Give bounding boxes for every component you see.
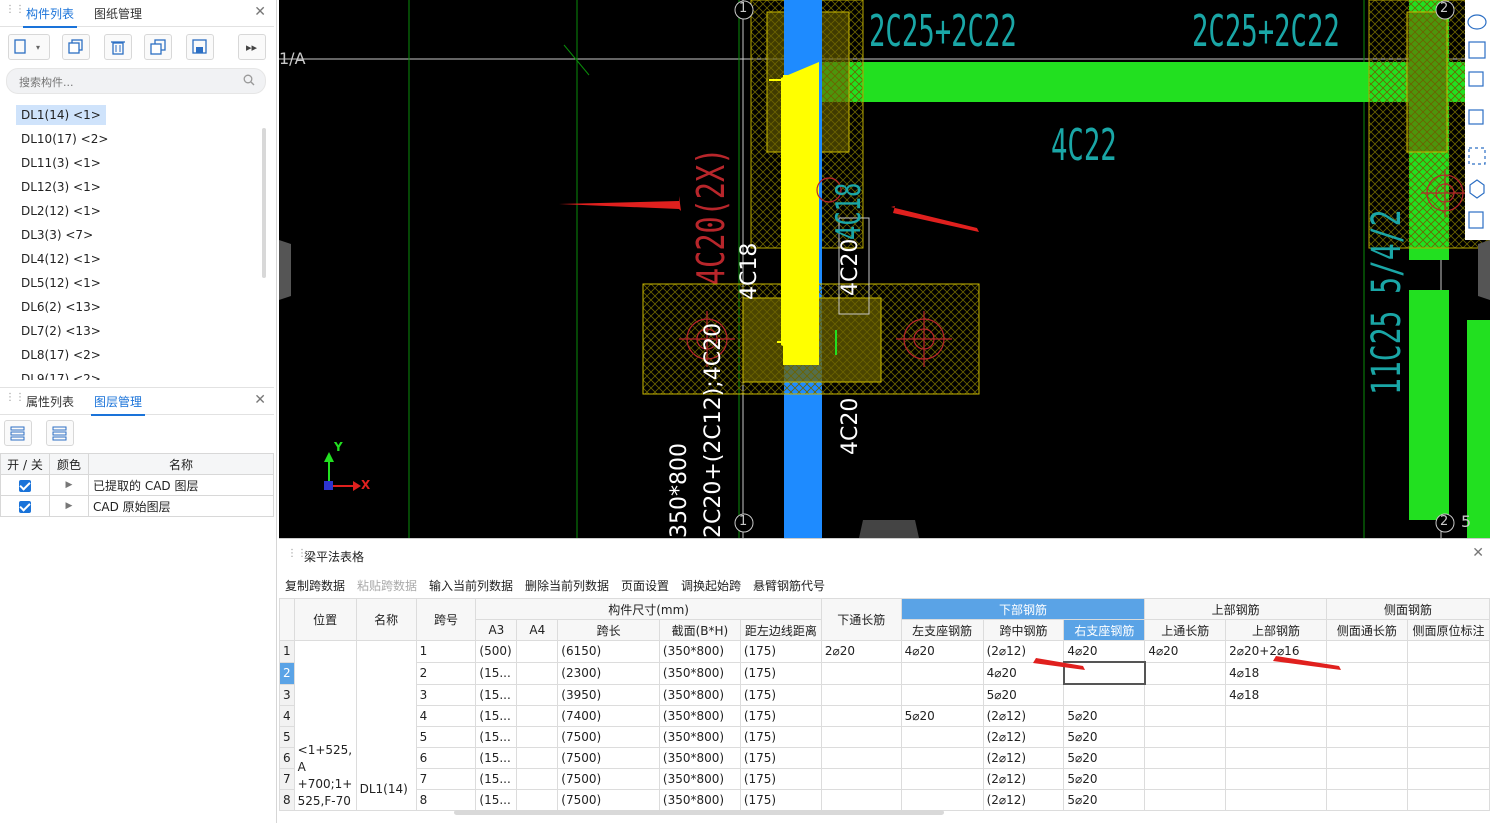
component-tabbar: ⋮⋮ 构件列表 图纸管理 ✕ <box>0 0 274 28</box>
cad-canvas[interactable]: 1/A 1 2 1 2 5 2C25+2C22 2C25+2C22 4C22 4… <box>279 0 1490 538</box>
trash-icon <box>111 41 125 55</box>
tab-layer-management[interactable]: 图层管理 <box>90 393 146 416</box>
list-item[interactable]: DL4(12) <1> <box>16 249 106 269</box>
axis-label: 2 <box>1440 514 1449 529</box>
table-row[interactable]: ▶ 已提取的 CAD 图层 <box>0 474 274 496</box>
new-file-icon: ▾ <box>14 39 40 54</box>
save-template-button[interactable] <box>186 34 214 60</box>
list-item[interactable]: DL1(14) <1> <box>16 105 106 125</box>
layer-name: CAD 原始图层 <box>88 495 274 517</box>
axis-x-label: X <box>361 478 371 492</box>
list-item[interactable]: DL10(17) <2> <box>16 129 113 149</box>
axis-label: 5 <box>1461 512 1472 531</box>
search-icon[interactable] <box>243 74 255 86</box>
close-icon[interactable]: ✕ <box>254 392 266 408</box>
column-header: 名称 <box>88 453 274 475</box>
layer-visible-checkbox[interactable] <box>19 500 31 513</box>
layer-table: 开 / 关 颜色 名称 ▶ 已提取的 CAD 图层 ▶ CAD 原始图层 <box>0 453 274 517</box>
layer-list-icon <box>10 426 25 441</box>
rebar-label: 2C25+2C22 <box>1192 6 1340 57</box>
list-item[interactable]: DL6(2) <13> <box>16 297 106 317</box>
layer-name: 已提取的 CAD 图层 <box>88 474 274 496</box>
svg-text:▸▸: ▸▸ <box>246 41 258 54</box>
rebar-label: 4C18 <box>829 182 869 240</box>
axis-label: 1 <box>739 1 748 16</box>
property-tabbar: ⋮⋮ 属性列表 图层管理 ✕ <box>0 387 274 416</box>
rebar-label: 350*800 <box>667 443 692 538</box>
rebar-label: 4C20 <box>838 397 863 455</box>
layers-copy-icon <box>150 39 166 55</box>
table-row[interactable]: ▶ CAD 原始图层 <box>0 495 274 517</box>
cad-drawing <box>279 0 1490 538</box>
layer-hide-all-button[interactable] <box>46 420 74 446</box>
left-panel: ⋮⋮ 构件列表 图纸管理 ✕ ▾ ▸▸ DL1(14) <1> DL10(17)… <box>0 0 277 823</box>
annotation-arrows <box>1033 656 1341 670</box>
layer-list-icon <box>52 426 67 441</box>
layer-show-all-button[interactable] <box>4 420 32 446</box>
layer-visible-checkbox[interactable] <box>19 479 31 492</box>
expand-arrow-icon[interactable]: ▶ <box>49 474 89 496</box>
rebar-label: 4C22 <box>1051 120 1117 171</box>
save-icon <box>192 39 207 54</box>
list-item[interactable]: DL7(2) <13> <box>16 321 106 341</box>
column-header: 开 / 关 <box>0 453 50 475</box>
axis-label: 1 <box>739 514 748 529</box>
axis-label: 2 <box>1440 1 1449 16</box>
rebar-label: 4C18 <box>737 242 762 300</box>
component-search[interactable] <box>6 68 266 94</box>
list-item[interactable]: DL12(3) <1> <box>16 177 106 197</box>
tab-component-list[interactable]: 构件列表 <box>22 5 78 28</box>
svg-text:▾: ▾ <box>36 43 40 52</box>
rebar-label: 2C25+2C22 <box>869 6 1017 57</box>
copy-to-floor-button[interactable] <box>144 34 172 60</box>
rebar-label: 4C20 <box>838 238 863 296</box>
column-header: 颜色 <box>49 453 89 475</box>
rebar-label: 11C25 5/4/2 <box>1364 209 1410 395</box>
tab-drawing-management[interactable]: 图纸管理 <box>94 5 142 22</box>
search-input[interactable] <box>17 72 241 92</box>
list-item[interactable]: DL9(17) <2> <box>16 369 106 380</box>
drag-grip-icon[interactable]: ⋮⋮ <box>5 393 25 408</box>
close-icon[interactable]: ✕ <box>254 4 266 20</box>
component-list: DL1(14) <1> DL10(17) <2> DL11(3) <1> DL1… <box>0 102 262 380</box>
list-item[interactable]: DL11(3) <1> <box>16 153 106 173</box>
axis-label: 1/A <box>279 49 306 68</box>
list-item[interactable]: DL2(12) <1> <box>16 201 106 221</box>
axis-y-label: Y <box>334 440 343 454</box>
copy-button[interactable] <box>62 34 90 60</box>
tab-property-list[interactable]: 属性列表 <box>26 393 74 410</box>
beam-table-panel: ⋮⋮ 梁平法表格 ✕ 复制跨数据 粘贴跨数据 输入当前列数据 删除当前列数据 页… <box>279 538 1490 824</box>
copy-icon <box>68 39 83 54</box>
drag-grip-icon[interactable]: ⋮⋮ <box>5 5 25 20</box>
list-item[interactable]: DL5(12) <1> <box>16 273 106 293</box>
list-item[interactable]: DL8(17) <2> <box>16 345 106 365</box>
delete-button[interactable] <box>104 34 132 60</box>
list-scrollbar[interactable] <box>262 128 266 278</box>
rebar-label: 2C20+(2C12);4C20 <box>701 322 726 538</box>
rebar-label: 4C20(2X) <box>689 147 733 285</box>
expand-arrow-icon[interactable]: ▶ <box>49 495 89 517</box>
new-component-button[interactable]: ▾ <box>8 34 50 60</box>
list-item[interactable]: DL3(3) <7> <box>16 225 98 245</box>
more-tools-button[interactable]: ▸▸ <box>238 34 266 60</box>
double-chevron-right-icon: ▸▸ <box>246 41 258 54</box>
